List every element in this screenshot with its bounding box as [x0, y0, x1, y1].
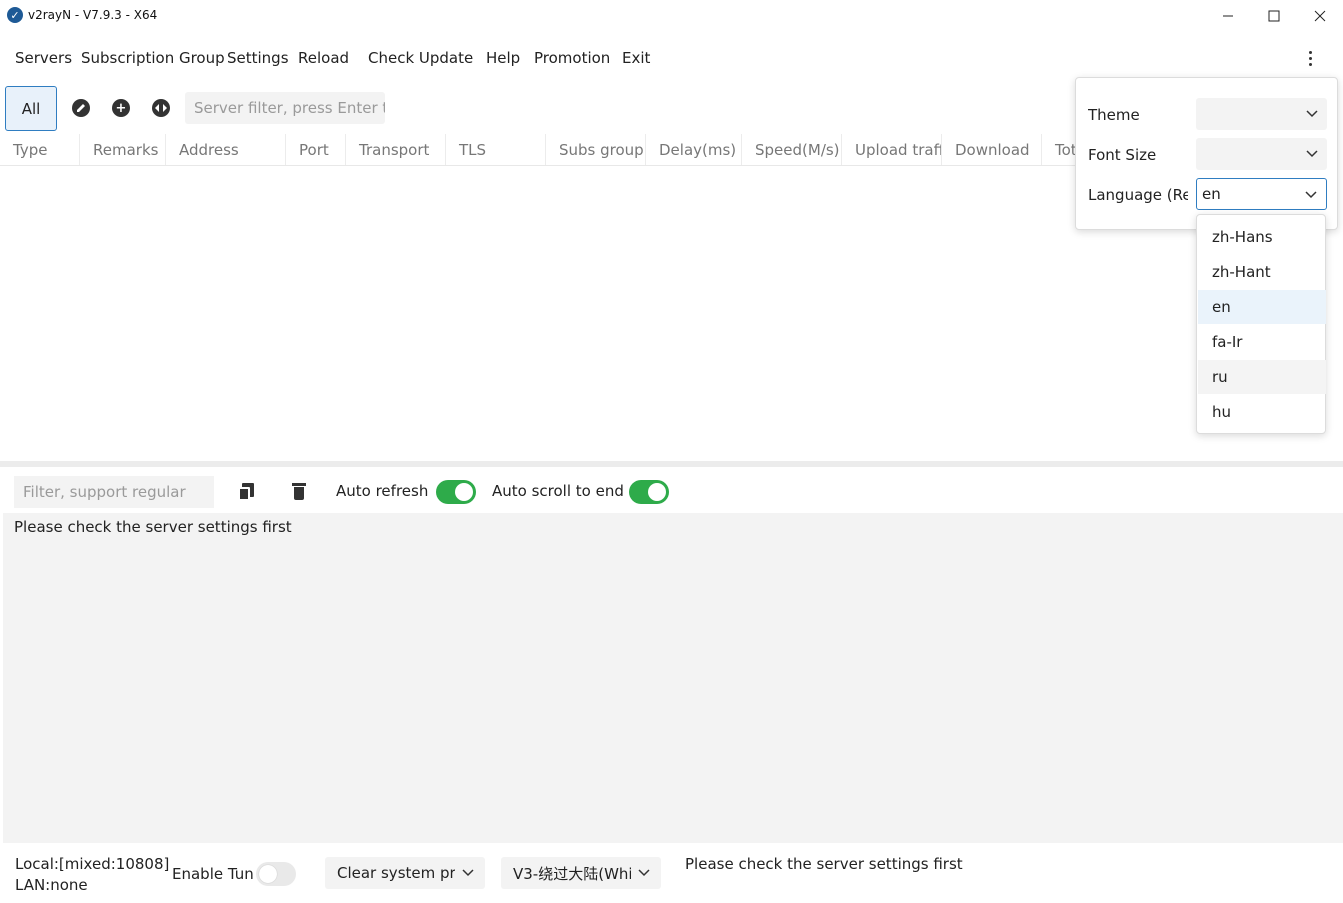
language-option-fa-ir[interactable]: fa-Ir — [1198, 325, 1326, 359]
column-speed[interactable]: Speed(M/s) — [742, 134, 842, 165]
system-proxy-select[interactable]: Clear system proxy — [325, 857, 485, 889]
enable-tun-toggle[interactable] — [256, 862, 296, 886]
menu-exit[interactable]: Exit — [622, 49, 650, 67]
column-type[interactable]: Type — [0, 134, 80, 165]
log-toolbar: Auto refresh Auto scroll to end — [0, 470, 1343, 512]
all-servers-button[interactable]: All — [5, 86, 57, 131]
log-output[interactable]: Please check the server settings first — [3, 513, 1343, 843]
routing-value: V3-绕过大陆(Whitelist) — [513, 864, 631, 883]
language-option-zh-hans[interactable]: zh-Hans — [1198, 220, 1326, 254]
chevron-down-icon — [1305, 191, 1317, 199]
status-bar: Local:[mixed:10808] LAN:none Enable Tun … — [0, 843, 1343, 903]
column-delay[interactable]: Delay(ms) — [646, 134, 742, 165]
pane-splitter[interactable] — [0, 461, 1343, 467]
font-size-select[interactable] — [1196, 138, 1327, 170]
maximize-button[interactable] — [1251, 0, 1297, 32]
chevron-down-icon — [462, 869, 474, 877]
menu-check-update[interactable]: Check Update — [368, 49, 473, 67]
copy-icon[interactable] — [238, 483, 254, 501]
menu-bar: Servers Subscription Group Settings Relo… — [0, 42, 1343, 74]
menu-reload[interactable]: Reload — [298, 49, 349, 67]
theme-select[interactable] — [1196, 98, 1327, 130]
auto-refresh-label: Auto refresh — [336, 482, 429, 500]
enable-tun-label: Enable Tun — [172, 865, 254, 883]
language-value: en — [1202, 185, 1221, 203]
theme-label: Theme — [1088, 106, 1140, 124]
language-option-en[interactable]: en — [1198, 290, 1326, 324]
column-download[interactable]: Download — [942, 134, 1042, 165]
delete-icon[interactable] — [292, 483, 306, 501]
menu-subscription-group[interactable]: Subscription Group — [81, 49, 225, 67]
routing-select[interactable]: V3-绕过大陆(Whitelist) — [501, 857, 661, 889]
more-options-icon[interactable] — [1300, 45, 1320, 71]
column-remarks[interactable]: Remarks — [80, 134, 166, 165]
edit-icon[interactable] — [72, 99, 90, 117]
column-upload-traffic[interactable]: Upload traffic — [842, 134, 942, 165]
app-logo-icon: ✓ — [7, 7, 23, 23]
lan-info-text: LAN:none — [15, 876, 88, 894]
chevron-down-icon — [638, 869, 650, 877]
auto-scroll-toggle[interactable] — [629, 480, 669, 504]
close-icon — [1314, 10, 1326, 22]
chevron-down-icon — [1306, 110, 1318, 118]
chevron-down-icon — [1306, 150, 1318, 158]
language-option-ru[interactable]: ru — [1198, 360, 1326, 394]
menu-help[interactable]: Help — [486, 49, 520, 67]
close-button[interactable] — [1297, 0, 1343, 32]
speed-test-icon[interactable] — [152, 99, 170, 117]
log-filter-input[interactable] — [14, 476, 214, 508]
column-address[interactable]: Address — [166, 134, 286, 165]
menu-settings[interactable]: Settings — [227, 49, 289, 67]
column-total[interactable]: Total — [1042, 134, 1075, 165]
minimize-icon — [1223, 15, 1233, 17]
local-port-info: Local:[mixed:10808] LAN:none — [15, 854, 169, 896]
column-transport[interactable]: Transport — [346, 134, 446, 165]
language-option-zh-hant[interactable]: zh-Hant — [1198, 255, 1326, 289]
log-message: Please check the server settings first — [14, 518, 292, 536]
menu-promotion[interactable]: Promotion — [534, 49, 610, 67]
column-tls[interactable]: TLS — [446, 134, 546, 165]
font-size-label: Font Size — [1088, 146, 1157, 164]
local-info-text: Local:[mixed:10808] — [15, 855, 170, 873]
auto-refresh-toggle[interactable] — [436, 480, 476, 504]
menu-servers[interactable]: Servers — [15, 49, 72, 67]
status-message: Please check the server settings first — [685, 855, 963, 873]
language-select[interactable]: en — [1196, 178, 1327, 210]
settings-popup: Theme Font Size Language (Restart) en — [1075, 77, 1338, 230]
column-subs-group[interactable]: Subs group — [546, 134, 646, 165]
minimize-button[interactable] — [1205, 0, 1251, 32]
window-title: v2rayN - V7.9.3 - X64 — [28, 8, 158, 22]
language-option-hu[interactable]: hu — [1198, 395, 1326, 429]
title-bar: ✓ v2rayN - V7.9.3 - X64 — [0, 0, 1343, 32]
maximize-icon — [1268, 10, 1280, 22]
server-filter-input[interactable] — [185, 92, 385, 124]
language-label: Language (Restart) — [1088, 186, 1188, 204]
column-port[interactable]: Port — [286, 134, 346, 165]
server-table-header: Type Remarks Address Port Transport TLS … — [0, 134, 1075, 166]
add-icon[interactable]: + — [112, 99, 130, 117]
language-dropdown: zh-Hans zh-Hant en fa-Ir ru hu — [1196, 214, 1326, 434]
system-proxy-value: Clear system proxy — [337, 864, 455, 882]
auto-scroll-label: Auto scroll to end — [492, 482, 624, 500]
